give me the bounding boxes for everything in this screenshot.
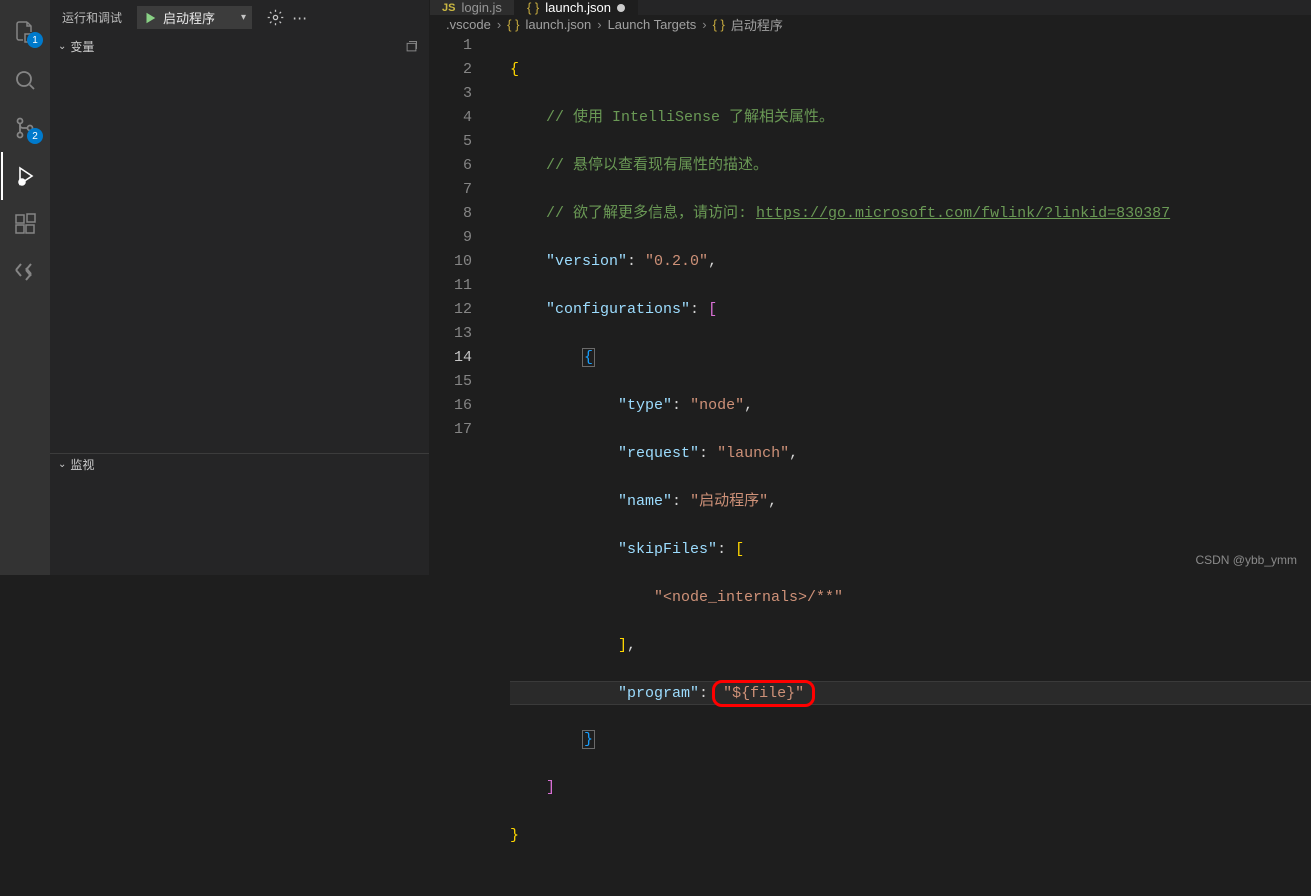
- debug-title: 运行和调试: [62, 9, 122, 26]
- code-editor[interactable]: 1234567891011121314151617 { // 使用 Intell…: [430, 34, 1311, 896]
- editor-area: JS login.js { } launch.json .vscode › { …: [430, 0, 1311, 575]
- source-control-icon[interactable]: 2: [1, 104, 49, 152]
- tab-launch-json[interactable]: { } launch.json: [515, 0, 638, 15]
- chevron-down-icon: ▾: [241, 12, 246, 23]
- explorer-badge: 1: [27, 32, 43, 48]
- modified-indicator: [617, 4, 625, 12]
- search-icon[interactable]: [1, 56, 49, 104]
- debug-header: 运行和调试 启动程序 ▾ ⋯: [50, 0, 429, 35]
- config-name: 启动程序: [163, 8, 215, 27]
- json-file-icon: { }: [507, 17, 519, 32]
- start-debug-icon[interactable]: [143, 11, 157, 25]
- json-file-icon: { }: [713, 17, 725, 32]
- chevron-down-icon: ⌄: [58, 459, 66, 470]
- breadcrumb[interactable]: .vscode › { } launch.json › Launch Targe…: [430, 15, 1311, 34]
- tab-label: launch.json: [545, 0, 611, 15]
- tab-login-js[interactable]: JS login.js: [430, 0, 515, 15]
- watch-label: 监视: [70, 456, 94, 473]
- watch-section[interactable]: ⌄ 监视: [50, 453, 429, 475]
- extensions-icon[interactable]: [1, 200, 49, 248]
- activity-bar: 1 2: [0, 0, 50, 575]
- json-file-icon: { }: [527, 0, 539, 15]
- gear-icon[interactable]: [267, 9, 284, 26]
- run-debug-icon[interactable]: [1, 152, 49, 200]
- highlighted-value: "${file}": [712, 680, 815, 707]
- code-content[interactable]: { // 使用 IntelliSense 了解相关属性。 // 悬停以查看现有属…: [490, 34, 1311, 896]
- js-file-icon: JS: [442, 2, 455, 14]
- variables-label: 变量: [70, 38, 94, 55]
- sidebar: 运行和调试 启动程序 ▾ ⋯ ⌄ 变量 ⌄ 监视: [50, 0, 430, 575]
- collapse-icon[interactable]: [404, 39, 419, 54]
- more-icon[interactable]: ⋯: [292, 9, 307, 27]
- chevron-down-icon: ⌄: [58, 41, 66, 52]
- remote-icon[interactable]: [1, 248, 49, 296]
- variables-section[interactable]: ⌄ 变量: [50, 35, 429, 57]
- watermark: CSDN @ybb_ymm: [1195, 553, 1297, 567]
- explorer-icon[interactable]: 1: [1, 8, 49, 56]
- breadcrumb-file[interactable]: launch.json: [525, 17, 591, 32]
- tab-label: login.js: [461, 0, 501, 15]
- breadcrumb-sep: ›: [597, 17, 601, 32]
- breadcrumb-sep: ›: [497, 17, 501, 32]
- breadcrumb-item[interactable]: 启动程序: [731, 15, 783, 34]
- tab-bar: JS login.js { } launch.json: [430, 0, 1311, 15]
- launch-config-selector[interactable]: 启动程序 ▾: [136, 5, 253, 30]
- line-numbers: 1234567891011121314151617: [430, 34, 490, 896]
- scm-badge: 2: [27, 128, 43, 144]
- breadcrumb-sep: ›: [702, 17, 706, 32]
- breadcrumb-section[interactable]: Launch Targets: [608, 17, 697, 32]
- breadcrumb-folder[interactable]: .vscode: [446, 17, 491, 32]
